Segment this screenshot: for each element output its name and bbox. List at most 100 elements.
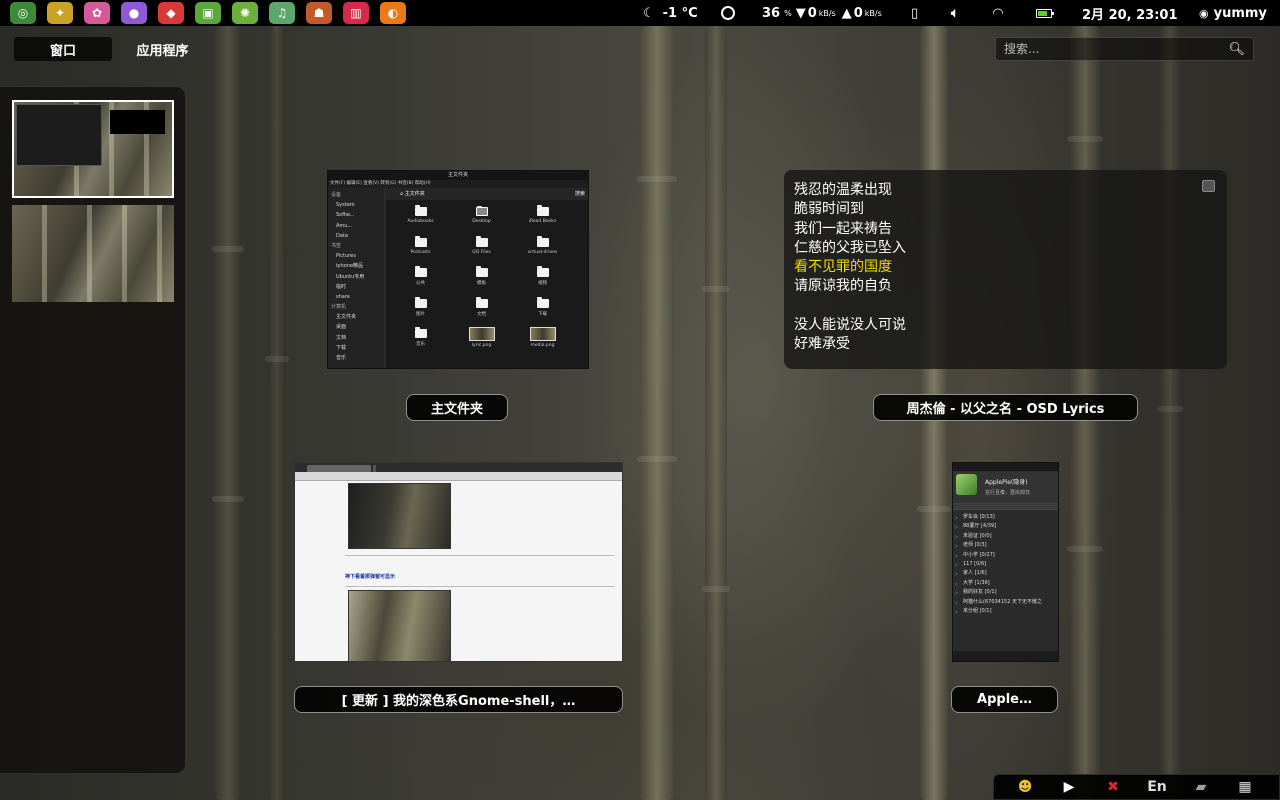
launcher-app-red-icon[interactable]: ◆ (158, 2, 184, 24)
sidebar-section-header: 设备 (331, 192, 342, 198)
file-item-label: 图片 (416, 311, 425, 317)
play-arrow-icon[interactable]: ▶ (1056, 777, 1082, 797)
workspace-mini-window (110, 110, 165, 134)
file-item-label: Audiobooks (407, 219, 434, 224)
sidebar-item[interactable]: share (328, 292, 384, 302)
file-item[interactable]: 下载 (512, 296, 573, 327)
file-item[interactable]: Podcasts (390, 235, 451, 266)
sidebar-item[interactable]: Ubuntu专用 (328, 272, 384, 282)
qq-search-bar (953, 503, 1058, 510)
system-monitor[interactable]: 36 % ▼ 0 kB/s ▲ 0 kB/s (762, 0, 882, 26)
contact-group[interactable]: 老师 [0/3] (953, 541, 1058, 550)
sidebar-item[interactable]: iphone精品 (328, 261, 384, 271)
launcher-app-drum-icon[interactable]: ☗ (306, 2, 332, 24)
folder-icon (414, 266, 427, 277)
file-item[interactable]: 视频 (512, 265, 573, 296)
contact-group[interactable]: 117 [0/6] (953, 560, 1058, 569)
file-item[interactable]: Audiobooks (390, 204, 451, 235)
browser-window[interactable]: 神下看着那弹窗可显示 (294, 462, 623, 662)
tab-applications[interactable]: 应用程序 (125, 37, 200, 61)
contact-group[interactable]: 罗车会 [0/13] (953, 513, 1058, 522)
workspace-1[interactable] (12, 100, 174, 198)
file-manager-sidebar: 设备 System Softw... Amu... Data 书签 Pictures ipho… (328, 188, 384, 368)
contact-group[interactable]: 88厦厅 [4/39] (953, 522, 1058, 531)
wifi-icon[interactable]: ◠ (993, 0, 1003, 26)
volume-icon[interactable]: 🔈︎ (951, 0, 959, 26)
contact-group[interactable]: 未分组 [0/1] (953, 607, 1058, 616)
contact-group[interactable]: 大学 [1/36] (953, 579, 1058, 588)
launcher-app-green-box-icon[interactable]: ▣ (195, 2, 221, 24)
file-item[interactable]: Desktop (451, 204, 512, 235)
browser-tabbar (295, 463, 622, 472)
sidebar-item[interactable]: 桌面 (328, 322, 384, 332)
file-item[interactable]: 模板 (451, 265, 512, 296)
weather-indicator[interactable]: ☾ -1 °C (643, 0, 698, 26)
osd-control-icon[interactable] (1202, 180, 1215, 192)
net-down-unit: kB/s (818, 8, 836, 18)
search-input[interactable] (1004, 42, 1229, 56)
osd-lyrics-caption[interactable]: 周杰倫 - 以父之名 - OSD Lyrics (873, 394, 1138, 421)
drive-icon[interactable]: ▰ (1188, 777, 1214, 797)
sidebar-item[interactable]: 文档 (328, 333, 384, 343)
file-item[interactable]: 音乐 (390, 326, 451, 357)
launcher-app-chat-bubble-icon[interactable]: ● (121, 2, 147, 24)
sidebar-item[interactable]: Data (328, 231, 384, 241)
osd-lyrics-window[interactable]: 残忍的温柔出现 脆弱时间到 我们一起来祷告 仁慈的父我已坠入 看不见罪的国度 请原谅我的自… (784, 170, 1227, 369)
launcher-app-piano-icon[interactable]: ▥ (343, 2, 369, 24)
ubuntu-logo-icon[interactable] (721, 0, 735, 26)
workspace-mini-window (16, 104, 102, 166)
lyric-line: 我们一起来祷告 (794, 220, 892, 237)
close-red-icon[interactable]: ✖ (1100, 777, 1126, 797)
chip-icon[interactable]: ▦ (1232, 777, 1258, 797)
launcher-app-yellow-bird-icon[interactable]: ✦ (47, 2, 73, 24)
file-item[interactable]: virtual-drives (512, 235, 573, 266)
search-icon[interactable]: 🔍︎ (1228, 42, 1245, 57)
battery-icon[interactable] (1036, 0, 1054, 26)
folder-icon (475, 266, 488, 277)
qq-penguin-icon[interactable]: ☻ (1012, 777, 1038, 797)
lyric-line: 没人能说没人可说 (794, 316, 906, 333)
file-item[interactable]: 公共 (390, 265, 451, 296)
qq-caption[interactable]: Apple… (951, 686, 1058, 713)
file-manager-window[interactable]: 主文件夹 文件(F) 编辑(E) 查看(V) 转到(G) 书签(B) 帮助(H)… (327, 170, 589, 369)
sidebar-item[interactable]: 下载 (328, 343, 384, 353)
launcher-app-music-icon[interactable]: ♫ (269, 2, 295, 24)
launcher-app-colorful-icon[interactable]: ✿ (84, 2, 110, 24)
contact-group[interactable]: 我的好友 [0/1] (953, 588, 1058, 597)
sidebar-item[interactable]: 音乐 (328, 353, 384, 363)
file-item[interactable]: 文档 (451, 296, 512, 327)
contact-group[interactable]: 中小学 [0/27] (953, 551, 1058, 560)
contact-group[interactable]: 家人 [1/6] (953, 569, 1058, 578)
sidebar-item[interactable]: 主文件夹 (328, 312, 384, 322)
tab-windows[interactable]: 窗口 (14, 37, 112, 61)
file-item[interactable]: iRead Books (512, 204, 573, 235)
sidebar-item[interactable]: 临时 (328, 282, 384, 292)
input-method-label[interactable]: En (1144, 777, 1170, 797)
lyric-line: 残忍的温柔出现 (794, 182, 892, 198)
clipboard-icon[interactable]: ▯ (911, 0, 918, 26)
sidebar-item[interactable]: Pictures (328, 251, 384, 261)
user-menu[interactable]: ◉ yummy (1199, 0, 1267, 26)
qq-window[interactable]: ApplePie(隐身) 在行且奏，昼尚却日 罗车会 [0/13]88厦厅 [4… (952, 462, 1059, 662)
file-item[interactable]: lyric.png (451, 326, 512, 357)
sidebar-item[interactable]: Amu... (328, 221, 384, 231)
file-manager-menubar: 文件(F) 编辑(E) 查看(V) 转到(G) 书签(B) 帮助(H) (328, 180, 588, 188)
browser-caption[interactable]: [ 更新 ] 我的深色系Gnome-shell，… (294, 686, 623, 713)
contact-group[interactable]: 阿猫什么(67034152 天下无不散之 (953, 598, 1058, 607)
file-item[interactable]: 图片 (390, 296, 451, 327)
file-item-label: 公共 (416, 281, 425, 286)
workspace-2[interactable] (12, 205, 174, 302)
file-item-label: QQ Files (472, 249, 491, 255)
sidebar-item[interactable]: System (328, 200, 384, 210)
file-manager-caption[interactable]: 主文件夹 (406, 394, 508, 421)
launcher-app-shield-icon[interactable]: ◐ (380, 2, 406, 24)
lyrics-lines: 残忍的温柔出现 脆弱时间到 我们一起来祷告 仁慈的父我已坠入 看不见罪的国度 请原谅我的自… (794, 181, 1227, 354)
clock[interactable]: 2月 20, 23:01 (1082, 0, 1178, 26)
contact-group[interactable]: 未验证 [0/0] (953, 532, 1058, 541)
qq-bottom-toolbar (953, 651, 1058, 661)
launcher-app-green-swirl-icon[interactable]: ◎ (10, 2, 36, 24)
launcher-app-palette-icon[interactable]: ✺ (232, 2, 258, 24)
file-item[interactable]: QQ Files (451, 235, 512, 266)
file-item[interactable]: media.png (512, 326, 573, 357)
sidebar-item[interactable]: Softw... (328, 210, 384, 220)
